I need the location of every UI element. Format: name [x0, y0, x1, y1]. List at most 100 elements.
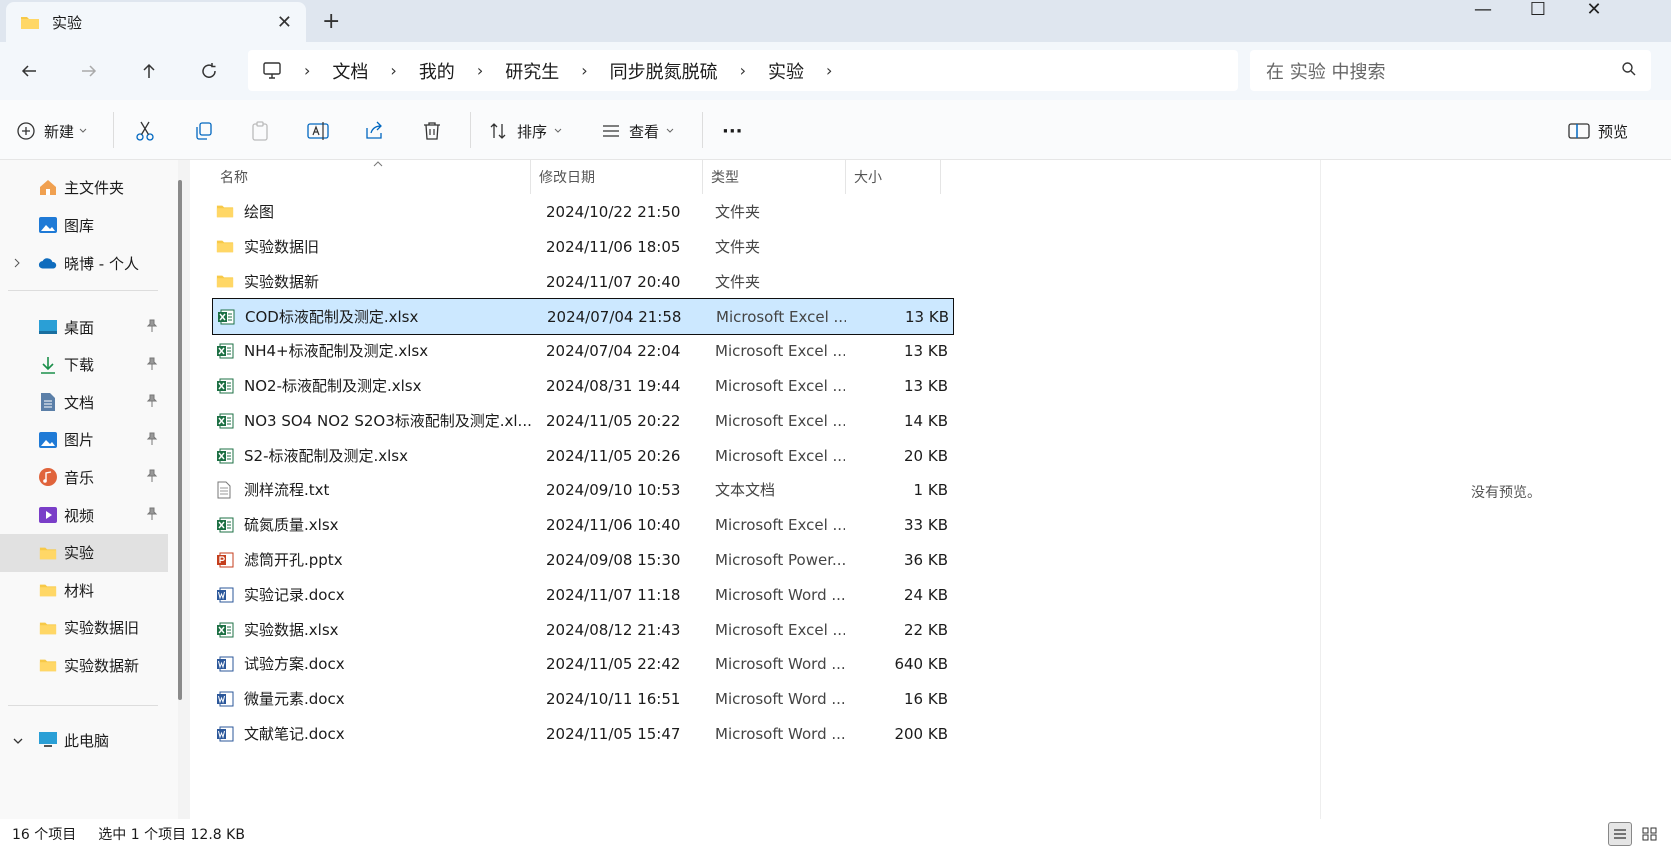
view-button[interactable]: 查看 — [601, 116, 675, 146]
breadcrumb-separator[interactable]: › — [740, 61, 746, 80]
sidebar-item[interactable]: 实验数据旧 — [0, 609, 168, 647]
file-size: 13 KB — [905, 308, 949, 327]
navigation-pane-scrollbar[interactable] — [178, 180, 182, 700]
breadcrumb-separator[interactable]: › — [581, 61, 587, 80]
trash-icon — [424, 122, 440, 140]
ppt-icon — [216, 551, 234, 569]
file-date: 2024/07/04 21:58 — [547, 308, 682, 327]
file-name: 测样流程.txt — [244, 481, 330, 500]
sidebar-item[interactable]: 实验 — [0, 533, 168, 572]
search-icon[interactable] — [1621, 61, 1637, 77]
document-icon — [38, 392, 58, 412]
share-button[interactable] — [364, 116, 386, 146]
new-tab-button[interactable]: + — [322, 9, 340, 34]
file-row[interactable]: S2-标液配制及测定.xlsx 2024/11/05 20:26 Microsoft… — [212, 438, 954, 475]
new-button[interactable]: 新建 — [16, 116, 88, 146]
breadcrumb-separator[interactable]: › — [826, 61, 832, 80]
sidebar-item[interactable]: 图片 — [0, 421, 168, 459]
file-row[interactable]: 绘图 2024/10/22 21:50 文件夹 — [212, 194, 954, 231]
file-row[interactable]: 实验记录.docx 2024/11/07 11:18 Microsoft Word … — [212, 577, 954, 614]
file-type: Microsoft Word ... — [715, 690, 845, 709]
sidebar-item[interactable]: 桌面 — [0, 308, 168, 346]
breadcrumb-item[interactable]: 同步脱氮脱硫 — [610, 58, 718, 84]
more-options-button[interactable]: ··· — [722, 116, 743, 146]
rename-button[interactable] — [306, 116, 330, 146]
file-date: 2024/10/11 16:51 — [546, 690, 681, 709]
breadcrumb-item[interactable]: 实验 — [768, 58, 804, 84]
breadcrumb-separator[interactable]: › — [390, 61, 396, 80]
column-header-type[interactable]: 类型 — [703, 160, 843, 194]
column-header-size[interactable]: 大小 — [846, 160, 936, 194]
file-type: Microsoft Excel ... — [715, 342, 845, 361]
file-size — [852, 264, 948, 301]
chevron-right-icon[interactable] — [12, 255, 22, 273]
file-row[interactable]: 试验方案.docx 2024/11/05 22:42 Microsoft Word … — [212, 646, 954, 683]
sidebar-item[interactable]: 实验数据新 — [0, 646, 168, 684]
file-type: Microsoft Excel ... — [716, 308, 846, 327]
sidebar-item-label: 文档 — [64, 393, 95, 412]
breadcrumb-item[interactable]: 文档 — [332, 58, 368, 84]
tiles-view-button[interactable] — [1638, 822, 1662, 846]
file-row[interactable]: 文献笔记.docx 2024/11/05 15:47 Microsoft Word … — [212, 716, 954, 753]
file-type: Microsoft Power... — [715, 551, 845, 569]
column-header-name[interactable]: 名称 — [212, 160, 512, 194]
forward-button[interactable] — [74, 56, 104, 86]
pin-icon — [146, 319, 158, 337]
copy-button[interactable] — [193, 116, 215, 146]
file-row[interactable]: 实验数据.xlsx 2024/08/12 21:43 Microsoft Excel… — [212, 612, 954, 649]
file-row[interactable]: NO2-标液配制及测定.xlsx 2024/08/31 19:44 Microsof… — [212, 368, 954, 405]
sidebar-item-label: 主文件夹 — [64, 178, 125, 197]
tab-close-button[interactable]: ✕ — [277, 12, 292, 33]
file-size: 13 KB — [904, 377, 948, 395]
file-row[interactable]: 硫氮质量.xlsx 2024/11/06 10:40 Microsoft Excel… — [212, 507, 954, 544]
tab-experiment[interactable]: 实验 ✕ — [6, 2, 306, 42]
file-row[interactable]: NH4+标液配制及测定.xlsx 2024/07/04 22:04 Microsof… — [212, 333, 954, 370]
search-input[interactable]: 在 实验 中搜索 — [1266, 58, 1385, 84]
sidebar-item[interactable]: 音乐 — [0, 458, 168, 496]
details-view-button[interactable] — [1608, 822, 1632, 846]
address-bar[interactable]: › 文档 › 我的 › 研究生 › 同步脱氮脱硫 › 实验 › — [248, 50, 1238, 91]
file-row[interactable]: COD标液配制及测定.xlsx 2024/07/04 21:58 Microsoft… — [212, 298, 954, 336]
close-window-button[interactable]: ✕ — [1574, 0, 1614, 20]
refresh-button[interactable] — [194, 56, 224, 86]
file-row[interactable]: 实验数据旧 2024/11/06 18:05 文件夹 — [212, 229, 954, 266]
file-date: 2024/08/12 21:43 — [546, 620, 681, 639]
folder-icon — [38, 655, 58, 675]
breadcrumb-item[interactable]: 我的 — [419, 58, 455, 84]
sidebar-item[interactable]: 主文件夹 — [0, 168, 168, 206]
column-divider[interactable] — [940, 160, 941, 194]
minimize-button[interactable]: — — [1463, 0, 1503, 20]
chevron-down-icon[interactable] — [12, 732, 24, 750]
details-view-icon — [1614, 829, 1626, 839]
search-box[interactable]: 在 实验 中搜索 — [1250, 50, 1651, 91]
file-row[interactable]: NO3 SO4 NO2 S2O3标液配制及测定.xl... 2024/11/05 … — [212, 403, 954, 440]
breadcrumb-item[interactable]: 研究生 — [505, 58, 559, 84]
sidebar-item[interactable]: 视频 — [0, 496, 168, 534]
sidebar-item-label: 图库 — [64, 216, 95, 235]
file-row[interactable]: 测样流程.txt 2024/09/10 10:53 文本文档 1 KB — [212, 472, 954, 509]
preview-pane-button[interactable]: 预览 — [1568, 116, 1628, 146]
delete-button[interactable] — [421, 116, 443, 146]
file-name: NO3 SO4 NO2 S2O3标液配制及测定.xl... — [244, 411, 532, 430]
cut-button[interactable] — [134, 116, 156, 146]
sidebar-item[interactable]: 此电脑 — [0, 721, 168, 759]
sidebar-item[interactable]: 晓博 - 个人 — [0, 244, 168, 282]
file-row[interactable]: 滤筒开孔.pptx 2024/09/08 15:30 Microsoft Power… — [212, 542, 954, 579]
sidebar-item[interactable]: 材料 — [0, 571, 168, 609]
excel-icon — [216, 516, 234, 534]
breadcrumb-separator[interactable]: › — [477, 61, 483, 80]
paste-button[interactable] — [249, 116, 271, 146]
sidebar-item[interactable]: 下载 — [0, 346, 168, 384]
maximize-button[interactable]: ☐ — [1518, 0, 1558, 20]
sort-button[interactable]: 排序 — [489, 116, 563, 146]
sidebar-item[interactable]: 文档 — [0, 383, 168, 421]
file-row[interactable]: 微量元素.docx 2024/10/11 16:51 Microsoft Word … — [212, 681, 954, 718]
up-button[interactable] — [134, 56, 164, 86]
sidebar-item-label: 实验 — [64, 544, 95, 563]
file-row[interactable]: 实验数据新 2024/11/07 20:40 文件夹 — [212, 264, 954, 301]
file-date: 2024/11/05 20:22 — [546, 411, 681, 430]
column-header-date[interactable]: 修改日期 — [531, 160, 701, 194]
back-button[interactable] — [14, 56, 44, 86]
computer-icon — [38, 730, 58, 750]
sidebar-item[interactable]: 图库 — [0, 206, 168, 244]
